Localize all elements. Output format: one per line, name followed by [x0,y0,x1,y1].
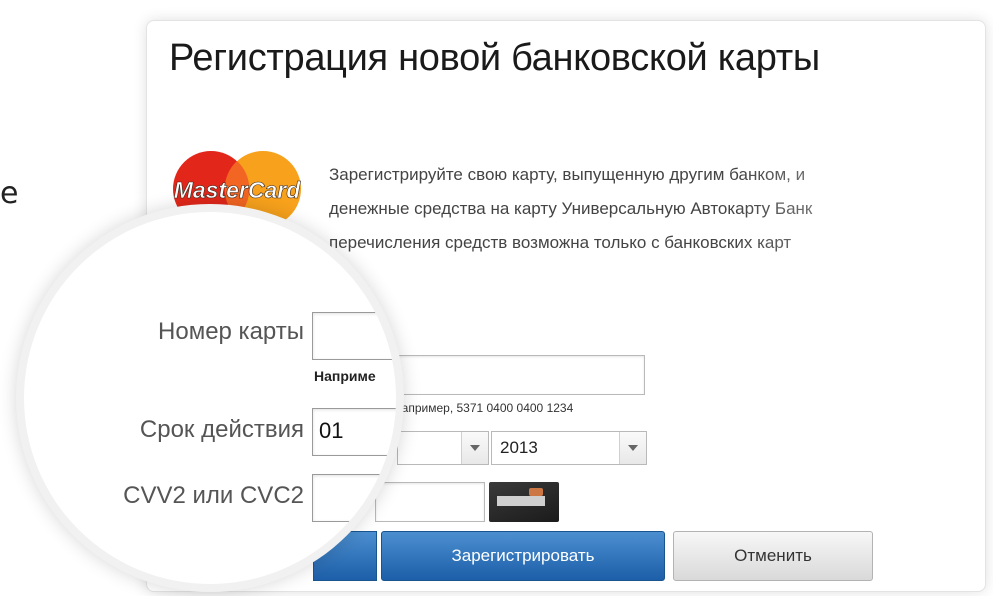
dropdown-button[interactable] [461,432,488,464]
stray-text: е [0,176,19,211]
description-line: денежные средства на карту Универсальную… [329,199,813,218]
magnifier-lens: Номер карты Наприме Срок действия 01 CVV… [24,212,396,584]
card-number-label: Номер карты [158,318,304,345]
register-button[interactable]: Зарегистрировать [381,531,665,581]
chevron-down-icon [628,445,638,451]
cvv-input[interactable] [312,474,396,522]
card-number-input[interactable] [312,312,396,360]
card-number-hint: Например, 5371 0400 0400 1234 [393,401,574,415]
description-line: Зарегистрируйте свою карту, выпущенную д… [329,165,806,184]
cvv-label: CVV2 или CVC2 [123,482,304,509]
page-title: Регистрация новой банковской карты [169,37,820,79]
description: Зарегистрируйте свою карту, выпущенную д… [329,161,985,263]
cvv-card-icon [489,482,559,522]
description-line: перечисления средств возможна только с б… [329,233,792,252]
card-number-input-bg[interactable] [393,355,645,395]
cancel-button[interactable]: Отменить [673,531,873,581]
expiry-label: Срок действия [139,416,304,443]
expiry-month-input[interactable]: 01 [312,408,396,456]
expiry-year-value: 2013 [500,438,538,457]
chevron-down-icon [470,445,480,451]
logo-text: MasterCard [174,177,301,203]
expiry-month-select[interactable] [397,431,489,465]
expiry-year-select[interactable]: 2013 [491,431,647,465]
card-number-hint-zoomed: Наприме [314,368,376,384]
dropdown-button[interactable] [619,432,646,464]
